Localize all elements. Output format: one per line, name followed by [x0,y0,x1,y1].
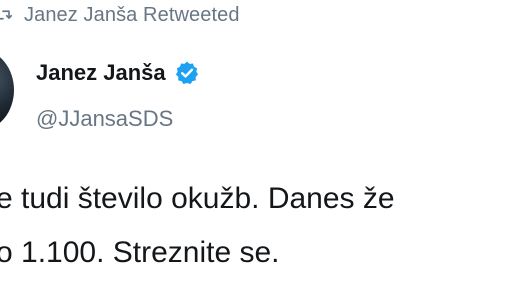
tweet-text-line: e tudi število okužb. Danes že [0,182,395,215]
tweet-header: Janez Janša @JJansaSDS [0,50,512,140]
verified-badge-icon [174,60,200,86]
retweet-icon [0,6,12,24]
author-handle[interactable]: @JJansaSDS [36,106,173,132]
retweet-context[interactable]: Janez Janša Retweeted [0,2,240,28]
author-name-line[interactable]: Janez Janša [36,60,200,86]
tweet-text: e tudi število okužb. Danes že o 1.100. … [0,172,512,280]
author-display-name[interactable]: Janez Janša [36,60,166,86]
tweet-card: Janez Janša Retweeted Janez Janša @JJans… [0,0,512,288]
retweet-label: Janez Janša Retweeted [24,3,240,26]
avatar[interactable] [0,50,14,130]
tweet-text-line: o 1.100. Streznite se. [0,236,280,269]
